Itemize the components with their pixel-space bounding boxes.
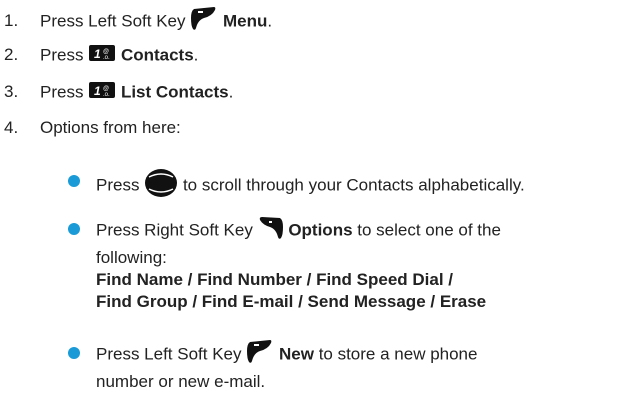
step-text: Press Left Soft Key xyxy=(40,11,186,31)
bullet-3: Press Left Soft Key New to store a new p… xyxy=(96,339,616,393)
bullet-dot xyxy=(68,223,80,235)
bullet-text: Press xyxy=(96,175,140,195)
step-number: 4. xyxy=(4,118,19,137)
bullet-text: following: xyxy=(96,248,167,267)
step-number: 3. xyxy=(4,82,19,102)
bullet-text: Press Left Soft Key xyxy=(96,344,242,364)
step-text: Press xyxy=(40,82,84,102)
step-4: 4. Options from here: xyxy=(4,117,181,139)
step-text: Press xyxy=(40,45,84,65)
svg-text:.o.: .o. xyxy=(103,55,110,61)
list-contacts-label: List Contacts xyxy=(120,82,229,102)
instructions-page: 1. Press Left Soft Key Menu. 2. Press 1 @ .o… xyxy=(0,0,631,401)
punct: . xyxy=(267,11,273,31)
bullet-text: to select one of the xyxy=(357,220,501,240)
contacts-label: Contacts xyxy=(120,45,194,65)
bullet-2: Press Right Soft Key Options to select o… xyxy=(96,215,616,313)
option-list-line-2: Find Group / Find E-mail / Send Message … xyxy=(96,292,487,311)
options-label: Options xyxy=(288,220,353,240)
bullet-1: Press to scroll through your Contacts al… xyxy=(96,168,616,204)
new-label: New xyxy=(278,344,314,364)
bullet-dot xyxy=(68,175,80,187)
bullet-dot xyxy=(68,347,80,359)
bullet-text: to scroll through your Contacts alphabet… xyxy=(182,175,525,195)
step-number: 2. xyxy=(4,45,19,65)
svg-text:.o.: .o. xyxy=(103,92,110,98)
svg-text:1: 1 xyxy=(94,84,101,98)
left-soft-key-icon xyxy=(190,6,218,38)
bullet-text: Press Right Soft Key xyxy=(96,220,253,240)
punct: . xyxy=(228,82,234,102)
step-2: 2. Press 1 @ .o. Contacts. xyxy=(4,43,198,69)
step-1: 1. Press Left Soft Key Menu. xyxy=(4,6,272,38)
left-soft-key-icon xyxy=(246,339,274,371)
step-text: Options from here: xyxy=(40,118,181,137)
option-list-line-1: Find Name / Find Number / Find Speed Dia… xyxy=(96,270,454,289)
step-number: 1. xyxy=(4,11,19,31)
step-3: 3. Press 1 @ .o. List Contacts. xyxy=(4,80,233,106)
key-1-icon: 1 @ .o. xyxy=(88,80,116,106)
svg-text:1: 1 xyxy=(94,47,101,61)
bullet-text: number or new e-mail. xyxy=(96,372,266,391)
bullet-text: to store a new phone xyxy=(318,344,478,364)
right-soft-key-icon xyxy=(258,215,284,247)
menu-label: Menu xyxy=(222,11,268,31)
nav-key-icon xyxy=(144,168,178,204)
punct: . xyxy=(193,45,199,65)
key-1-icon: 1 @ .o. xyxy=(88,43,116,69)
